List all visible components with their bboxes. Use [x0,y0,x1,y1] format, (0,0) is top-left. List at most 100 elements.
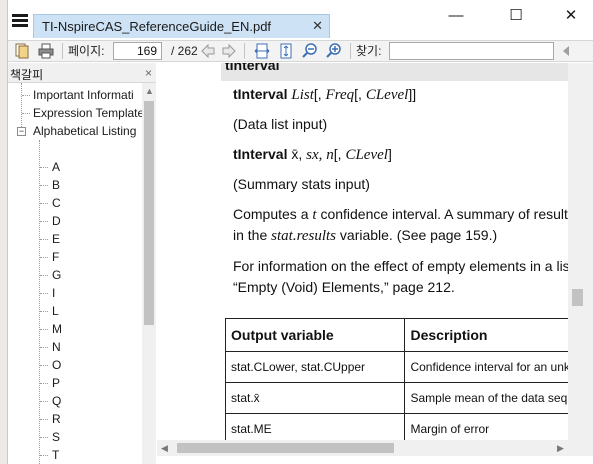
next-page-icon[interactable] [221,43,237,59]
syntax-arg-sx: sx, [306,147,323,163]
bookmark-letter[interactable]: M [52,320,62,338]
toolbar-separator [350,43,351,59]
tree-connector [22,95,30,96]
bookmark-letter[interactable]: T [52,446,59,464]
syntax-command: tInterval [233,146,288,162]
table-cell: stat.x̄ [224,382,406,414]
find-prev-icon[interactable] [558,43,574,59]
syntax-bracket: [, [354,86,362,102]
document-tab[interactable]: TI-NspireCAS_ReferenceGuide_EN.pdf ✕ [33,14,330,38]
collapse-icon[interactable]: − [17,127,26,136]
text-span: variable. (See page 159.) [339,227,498,243]
prev-page-icon[interactable] [200,43,216,59]
tree-connector [40,365,48,366]
bookmark-expression-templates[interactable]: Expression Template [33,104,142,122]
syntax-arg-freq: Freq [325,87,355,103]
maximize-button[interactable]: ☐ [496,6,536,26]
bookmark-letter[interactable]: E [52,230,60,248]
tree-connector [40,293,48,294]
bookmark-letter[interactable]: I [52,284,55,302]
vertical-scroll-thumb[interactable] [572,289,583,306]
tree-connector [21,83,22,131]
table-row: stat.ME Margin of error [224,413,568,440]
bookmark-letter[interactable]: D [52,212,61,230]
syntax-command: tInterval [233,86,288,102]
fit-width-icon[interactable] [254,43,270,59]
scroll-up-icon[interactable]: ▲ [145,86,154,96]
tree-connector [40,239,48,240]
bookmark-letter[interactable]: L [52,302,59,320]
table-cell: Margin of error [404,413,568,440]
bookmark-letter[interactable]: F [52,248,59,266]
tree-connector [40,167,48,168]
open-icon[interactable] [14,43,30,59]
scroll-right-icon[interactable]: ▶ [557,443,564,454]
description-line-1: Computes a t confidence interval. A summ… [233,206,568,224]
syntax-bracket: ] [387,146,392,162]
summary-stats-note: (Summary stats input) [233,176,370,192]
bookmark-important-information[interactable]: Important Informati [33,86,134,104]
scrollbar-corner [568,440,593,456]
tree-connector [40,437,48,438]
bookmark-letter[interactable]: C [52,194,61,212]
scroll-left-icon[interactable]: ◀ [161,443,168,454]
bookmark-letter[interactable]: O [52,356,61,374]
bookmark-letter[interactable]: B [52,176,60,194]
fit-page-icon[interactable] [278,43,294,59]
bookmarks-scrollbar[interactable]: ▲ [142,83,156,464]
document-horizontal-scrollbar[interactable]: ◀ ▶ [157,440,568,456]
syntax-arg-xbar: x̄, [291,146,303,162]
syntax-bracket: [, [333,146,342,162]
document-vertical-scrollbar[interactable] [568,63,593,440]
syntax-bracket: ]] [408,86,417,102]
total-pages: / 262 [171,44,198,58]
bookmark-letter[interactable]: S [52,428,60,446]
page-label: 페이지: [68,44,105,58]
horizontal-scroll-thumb[interactable] [177,443,394,453]
text-italic-var: stat.results [271,228,337,244]
syntax-line-stats: tInterval x̄, sx, n[, CLevel] [233,146,392,164]
page-number-input[interactable]: 169 [113,42,162,60]
syntax-line-list: tInterval List[, Freq[, CLevel]] [233,86,416,104]
tree-connector [40,221,48,222]
zoom-out-icon[interactable] [302,43,318,59]
syntax-arg-clevel: CLevel [345,147,388,163]
bookmark-letter[interactable]: P [52,374,60,392]
tree-connector [40,455,48,456]
bookmarks-close-icon[interactable]: × [145,66,152,80]
tree-connector [40,419,48,420]
tree-connector [40,185,48,186]
tree-connector [40,275,48,276]
text-italic-t: t [312,207,317,223]
tab-close-icon[interactable]: ✕ [312,18,323,34]
find-input[interactable] [389,42,554,60]
syntax-arg-n: n [326,147,334,163]
toolbar-separator [244,43,245,59]
minimize-button[interactable]: — [436,6,476,26]
tree-connector [39,140,40,464]
output-variables-table: Output variable Description stat.CLower,… [224,318,568,440]
bookmark-letter[interactable]: A [52,158,60,176]
bookmark-letter[interactable]: G [52,266,61,284]
bookmarks-panel: 책갈피 × Important Informati Expression Tem… [8,63,156,464]
tree-connector [40,401,48,402]
tree-connector [40,257,48,258]
bookmarks-scroll-thumb[interactable] [144,101,154,325]
tree-connector [40,329,48,330]
window-edge [0,0,8,464]
syntax-arg-clevel: CLevel [365,87,409,103]
zoom-in-icon[interactable] [326,43,342,59]
entry-heading-bar: tInterval [221,63,568,81]
bookmark-letter[interactable]: Q [52,392,61,410]
close-window-button[interactable]: ✕ [551,6,591,26]
bookmark-alphabetical-listing[interactable]: Alphabetical Listing [33,122,136,140]
table-cell: Confidence interval for an unkno [404,351,568,383]
bookmark-letter[interactable]: R [52,410,61,428]
tree-connector [40,203,48,204]
toolbar-separator [62,43,63,59]
print-icon[interactable] [38,43,54,59]
bookmark-letter[interactable]: N [52,338,61,356]
document-view: tInterval tInterval List[, Freq[, CLevel… [157,63,568,440]
hamburger-icon[interactable] [12,14,28,28]
pdf-viewer-window: TI-NspireCAS_ReferenceGuide_EN.pdf ✕ — ☐… [0,0,593,464]
